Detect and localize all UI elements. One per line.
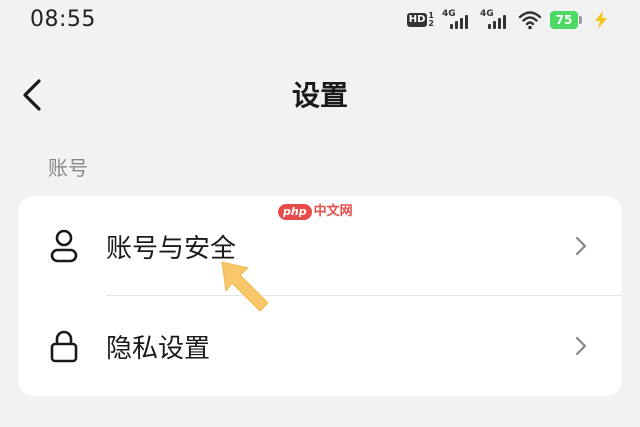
settings-item-label: 账号与安全 — [106, 234, 237, 264]
settings-card: 账号与安全 隐私设置 — [18, 196, 622, 396]
settings-item-privacy[interactable]: 隐私设置 — [18, 296, 622, 396]
hd-sim-bottom: 2 — [428, 19, 434, 28]
hd-voice-icon: HD 1 2 — [406, 12, 434, 28]
battery-level: 75 — [550, 11, 578, 29]
user-icon — [50, 229, 78, 263]
status-time: 08:55 — [30, 7, 96, 32]
signal-bars-2 — [488, 15, 506, 29]
section-label-account: 账号 — [48, 156, 88, 180]
watermark: php 中文网 — [278, 204, 353, 220]
hd-sim-numbers: 1 2 — [428, 12, 434, 28]
navigation-bar: 设置 — [0, 62, 640, 132]
battery-icon: 75 — [550, 11, 584, 29]
signal-bars-1 — [450, 15, 468, 29]
status-bar: 08:55 HD 1 2 4G 4G 75 — [0, 0, 640, 42]
lock-icon — [50, 330, 78, 363]
watermark-badge: php — [278, 204, 312, 220]
charging-bolt-icon — [595, 11, 607, 29]
settings-item-label: 隐私设置 — [106, 334, 211, 364]
watermark-site: 中文网 — [313, 204, 353, 219]
signal-icon-sim1: 4G — [442, 10, 472, 30]
hd-label: HD — [406, 13, 428, 27]
annotation-arrow-icon — [221, 261, 269, 312]
wifi-icon — [518, 11, 542, 30]
chevron-right-icon — [575, 336, 587, 356]
page-title: 设置 — [291, 79, 348, 112]
status-icons: HD 1 2 4G 4G 75 — [406, 8, 610, 32]
signal-icon-sim2: 4G — [480, 10, 510, 30]
chevron-right-icon — [575, 236, 587, 256]
